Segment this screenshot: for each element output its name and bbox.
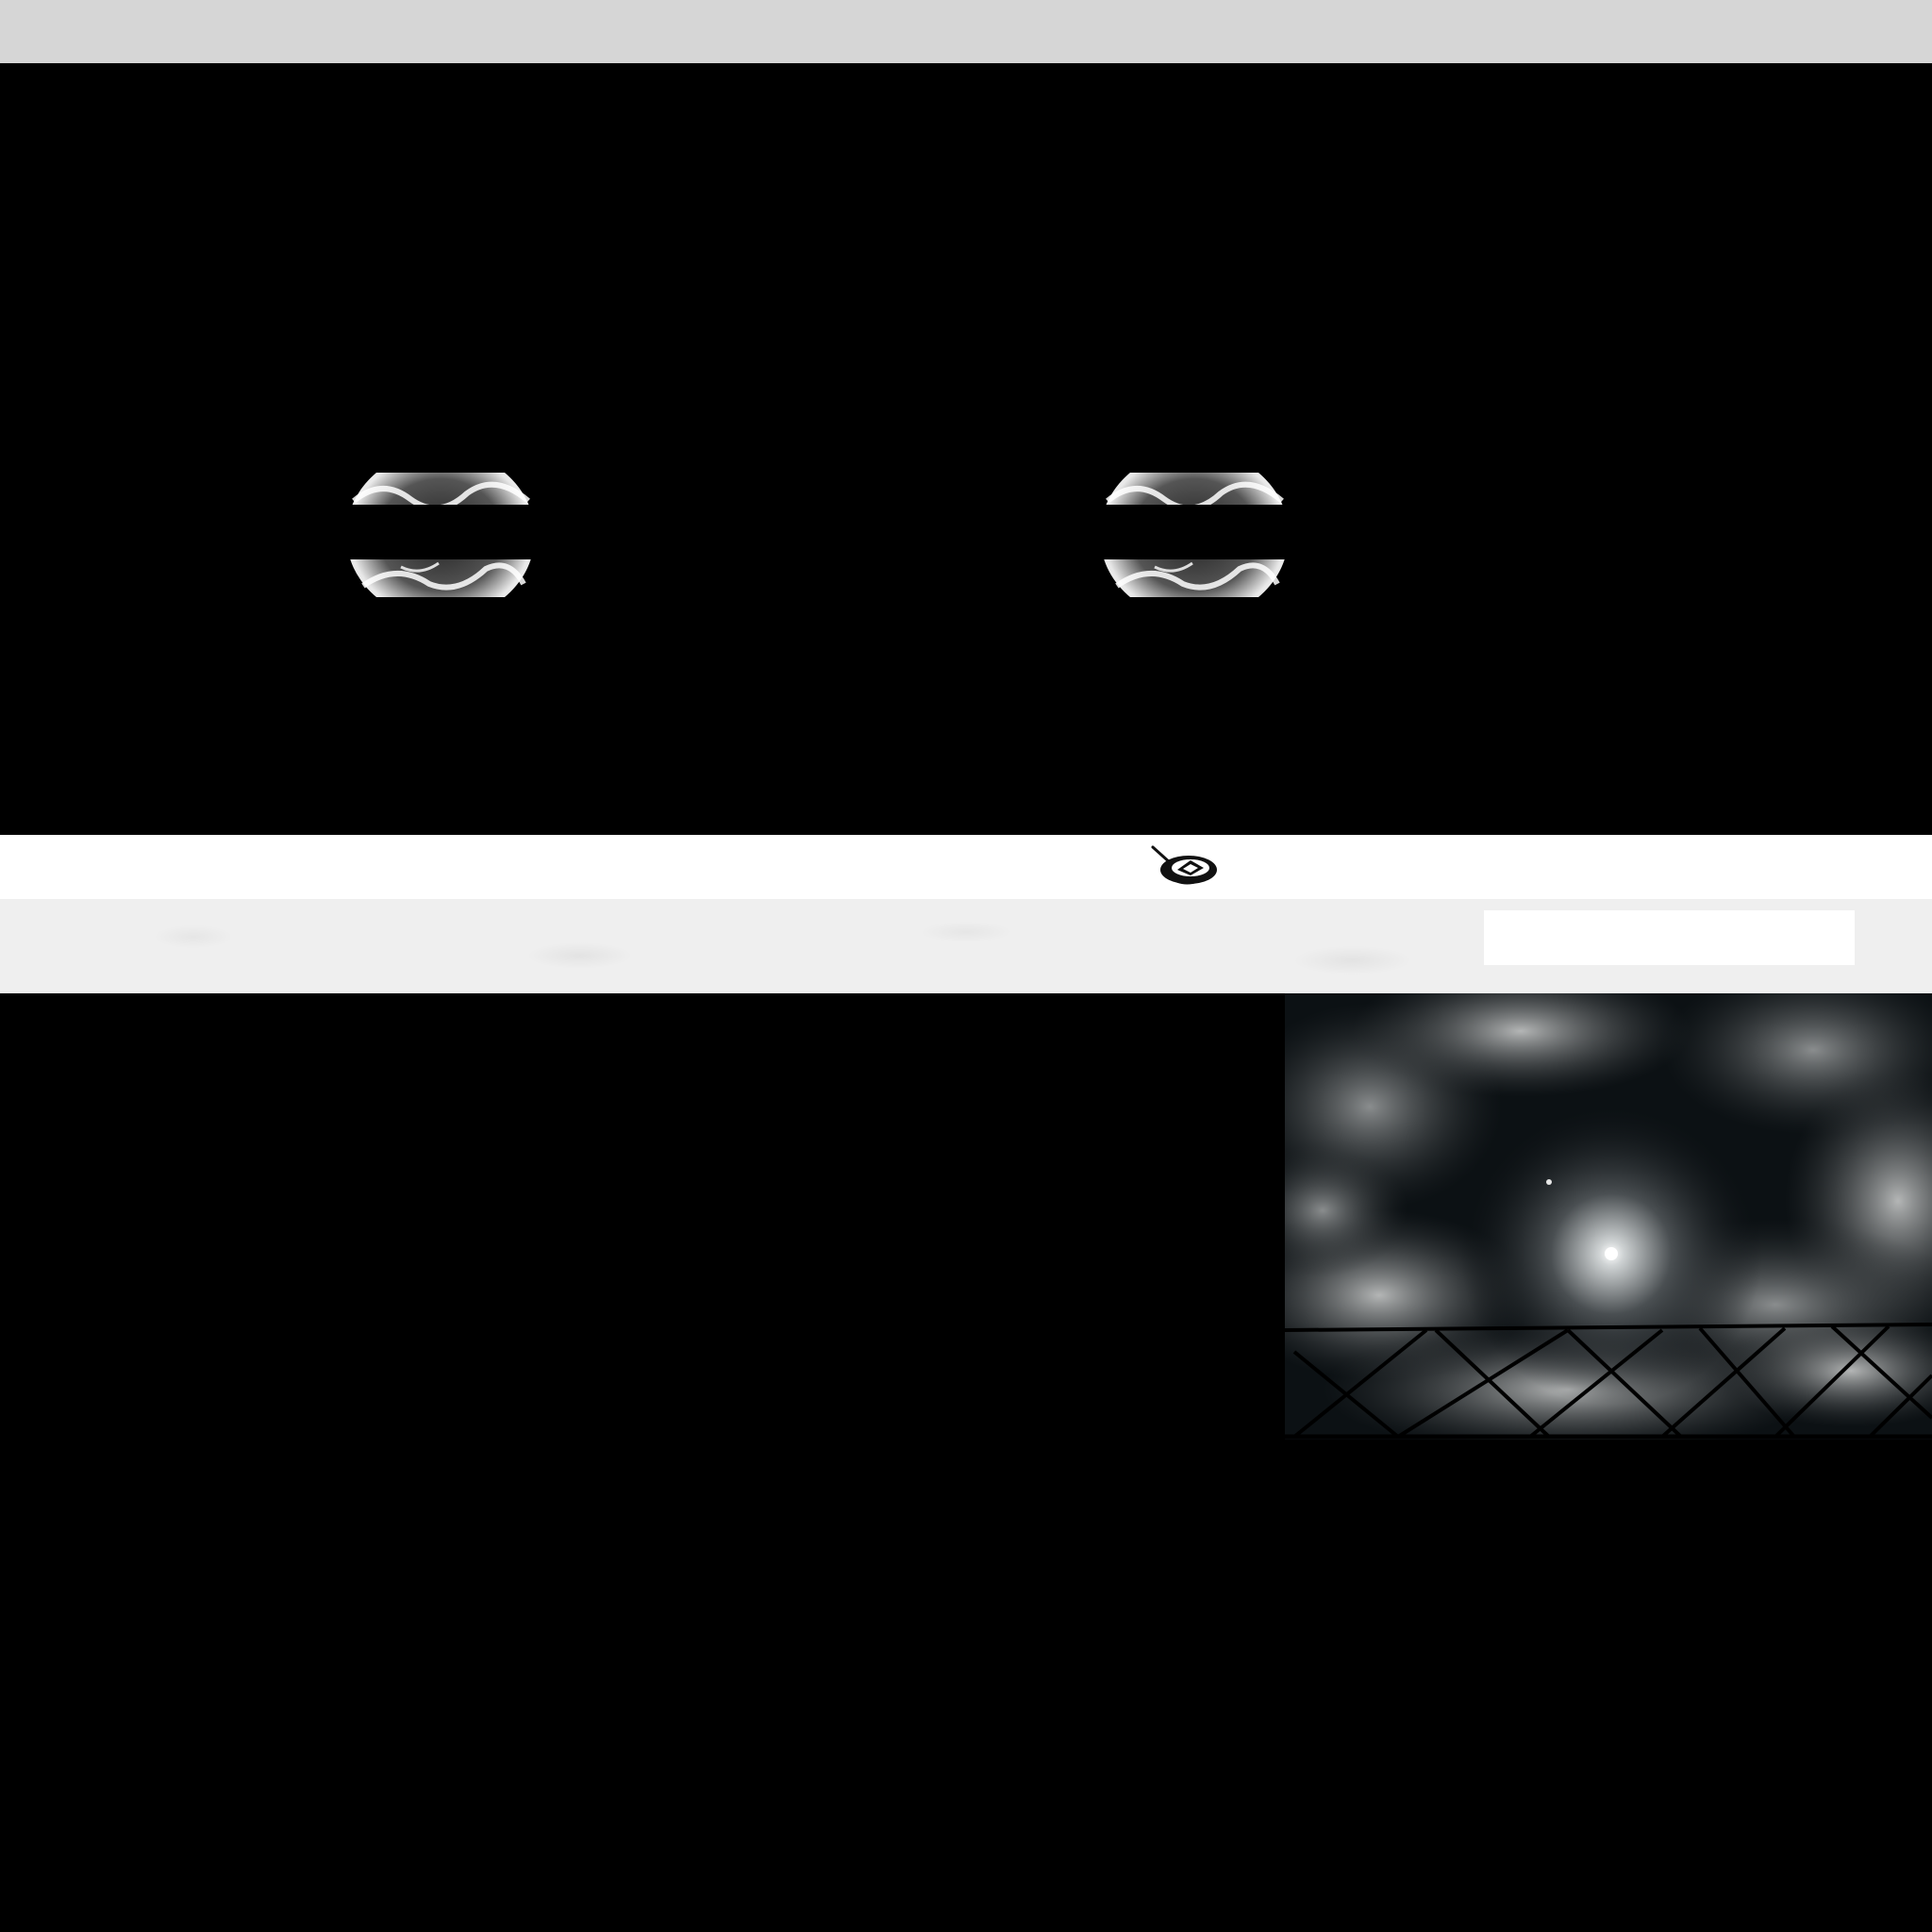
top-bar xyxy=(0,0,1932,63)
page xyxy=(0,0,1932,1932)
glowing-orb-icon xyxy=(1098,473,1291,597)
nav-bar xyxy=(0,899,1932,993)
search-input[interactable] xyxy=(1484,910,1855,965)
glowing-orb-icon xyxy=(344,473,537,597)
logo-strip xyxy=(0,835,1932,899)
hero-banner xyxy=(0,63,1932,835)
logo-icon[interactable] xyxy=(1149,843,1221,891)
night-clouds-image xyxy=(1285,993,1932,1440)
